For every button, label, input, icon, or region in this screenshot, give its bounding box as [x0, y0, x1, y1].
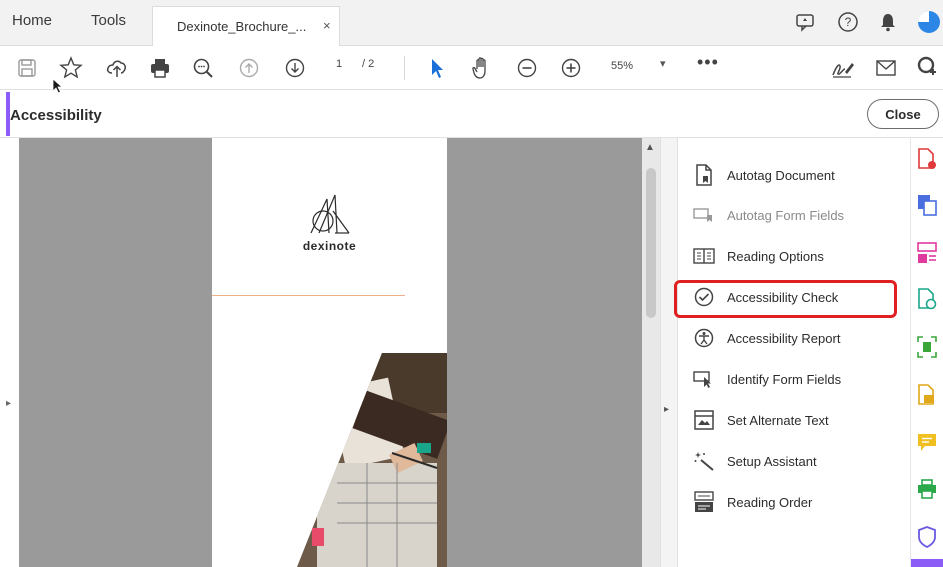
document-tab-title: Dexinote_Brochure_...: [177, 19, 307, 34]
zoom-find-icon[interactable]: [190, 55, 216, 81]
left-pane-collapsed: [0, 138, 19, 567]
select-arrow-icon[interactable]: [424, 55, 450, 81]
toolbar: [0, 46, 943, 90]
zoom-out-icon[interactable]: [514, 55, 540, 81]
autotag-document-icon: [693, 164, 715, 186]
save-icon[interactable]: [14, 55, 40, 81]
accessibility-check-highlight: [674, 280, 897, 318]
compress-icon[interactable]: [916, 384, 938, 406]
zoom-in-icon[interactable]: [558, 55, 584, 81]
sign-icon[interactable]: [830, 55, 856, 81]
tool-set-alternate-text[interactable]: Set Alternate Text: [693, 405, 903, 435]
setup-assistant-icon: [693, 450, 715, 472]
zoom-dropdown-icon[interactable]: ▾: [660, 57, 666, 70]
page-down-icon[interactable]: [282, 55, 308, 81]
tool-accessibility-report[interactable]: Accessibility Report: [693, 323, 903, 353]
more-tools-button[interactable]: •••: [697, 52, 719, 73]
tool-label: Reading Order: [727, 494, 813, 510]
tool-reading-order[interactable]: Reading Order: [693, 487, 903, 517]
email-icon[interactable]: [873, 55, 899, 81]
scan-icon[interactable]: [916, 336, 938, 358]
hand-icon[interactable]: [469, 55, 495, 81]
print-production-icon[interactable]: [916, 478, 938, 500]
tool-label: Autotag Form Fields: [727, 207, 845, 223]
tool-label: Autotag Document: [727, 167, 835, 183]
export-pdf-icon[interactable]: [916, 194, 938, 216]
page-number-input[interactable]: 1: [336, 58, 342, 70]
panel-divider[interactable]: [660, 138, 677, 567]
tool-reading-options[interactable]: Reading Options: [693, 241, 903, 271]
top-bar: Home Tools Dexinote_Brochure_... × ?: [0, 0, 943, 47]
tool-identify-form-fields[interactable]: Identify Form Fields: [693, 364, 903, 394]
comment-icon[interactable]: [793, 10, 817, 34]
page-up-icon[interactable]: [236, 55, 262, 81]
tool-label: Identify Form Fields: [727, 371, 842, 387]
tools-tab[interactable]: Tools: [91, 12, 126, 29]
accessibility-tools-panel: Autotag Document Autotag Form Fields Rea…: [677, 138, 910, 567]
help-icon[interactable]: ?: [836, 10, 860, 34]
scroll-thumb[interactable]: [646, 168, 656, 318]
tool-autotag-document[interactable]: Autotag Document: [693, 160, 903, 190]
autotag-form-fields-icon: [693, 204, 715, 226]
dexinote-logo: [310, 194, 350, 234]
add-user-icon[interactable]: [915, 55, 941, 81]
upload-icon[interactable]: [104, 55, 130, 81]
page-total: / 2: [362, 58, 375, 70]
mouse-cursor-icon: [52, 78, 64, 94]
document-viewer[interactable]: ▸ dexinote ▲: [0, 138, 660, 567]
rail-accent-bar: [911, 559, 943, 567]
zoom-level[interactable]: 55%: [611, 60, 633, 72]
orange-divider: [212, 295, 405, 296]
accessibility-report-icon: [693, 327, 715, 349]
comment-rail-icon[interactable]: [916, 432, 938, 454]
close-tab-icon[interactable]: ×: [323, 18, 331, 33]
tool-label: Reading Options: [727, 248, 824, 264]
desk-photo: [297, 353, 447, 567]
brand-name: dexinote: [302, 239, 357, 253]
profile-icon[interactable]: [917, 10, 941, 34]
tool-title: Accessibility: [10, 107, 102, 124]
reading-options-icon: [693, 245, 715, 267]
print-icon[interactable]: [147, 55, 173, 81]
close-tool-button[interactable]: Close: [867, 99, 939, 129]
toolbar-divider: [404, 56, 405, 80]
document-tab[interactable]: Dexinote_Brochure_... ×: [152, 6, 340, 47]
home-tab[interactable]: Home: [12, 12, 52, 29]
scroll-up-icon[interactable]: ▲: [645, 142, 655, 153]
organize-pages-icon[interactable]: [916, 242, 938, 264]
tool-setup-assistant[interactable]: Setup Assistant: [693, 446, 903, 476]
edit-pdf-icon[interactable]: [916, 288, 938, 310]
collapse-panel-icon[interactable]: ▸: [664, 404, 669, 415]
expand-left-pane-icon[interactable]: ▸: [6, 398, 11, 409]
create-pdf-icon[interactable]: [916, 148, 938, 170]
alternate-text-icon: [693, 409, 715, 431]
tool-label: Set Alternate Text: [727, 412, 829, 428]
tool-label: Accessibility Report: [727, 330, 841, 346]
tools-rail: [910, 138, 943, 567]
svg-text:?: ?: [845, 15, 852, 29]
tool-header: Accessibility Close: [0, 90, 943, 138]
reading-order-icon: [693, 491, 715, 513]
identify-form-fields-icon: [693, 368, 715, 390]
protect-icon[interactable]: [916, 526, 938, 548]
bell-icon[interactable]: [876, 10, 900, 34]
document-page: dexinote: [212, 138, 447, 567]
tool-label: Setup Assistant: [727, 453, 817, 469]
tool-autotag-form-fields[interactable]: Autotag Form Fields: [693, 200, 903, 230]
